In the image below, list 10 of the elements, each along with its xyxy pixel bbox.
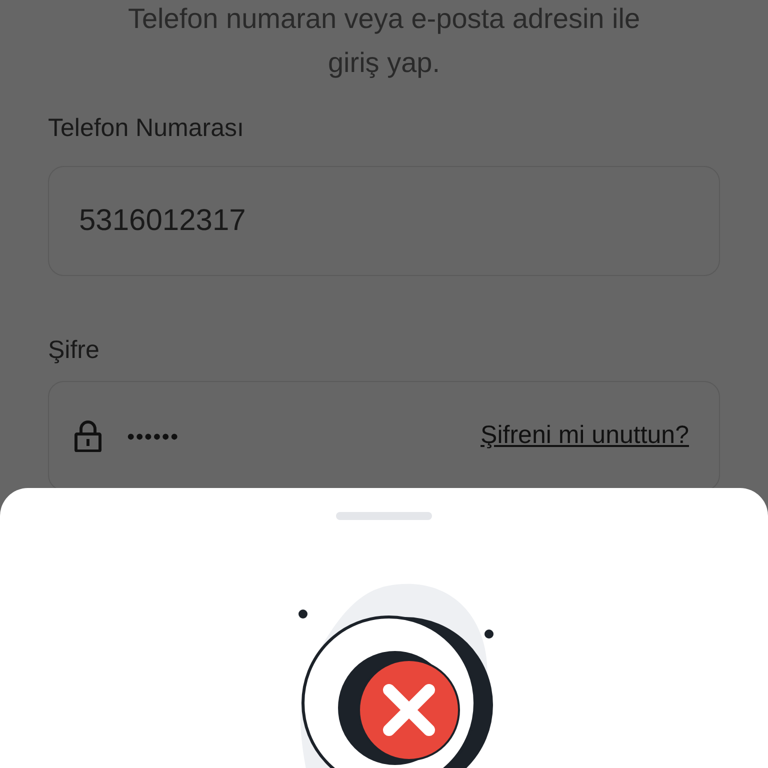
phone-label: Telefon Numarası xyxy=(48,113,245,144)
password-field[interactable]: •••••• Şifreni mi unuttun? xyxy=(48,381,720,491)
forgot-password-link[interactable]: Şifreni mi unuttun? xyxy=(480,417,689,455)
lock-icon xyxy=(73,420,103,452)
drag-handle[interactable] xyxy=(336,512,432,520)
intro-text: giriş yap. xyxy=(328,46,440,80)
phone-field[interactable]: 5316012317 xyxy=(48,166,720,276)
password-label: Şifre xyxy=(48,334,100,366)
password-value: •••••• xyxy=(127,422,180,450)
intro-text: Telefon numaran veya e-posta adresin ile xyxy=(128,2,640,36)
